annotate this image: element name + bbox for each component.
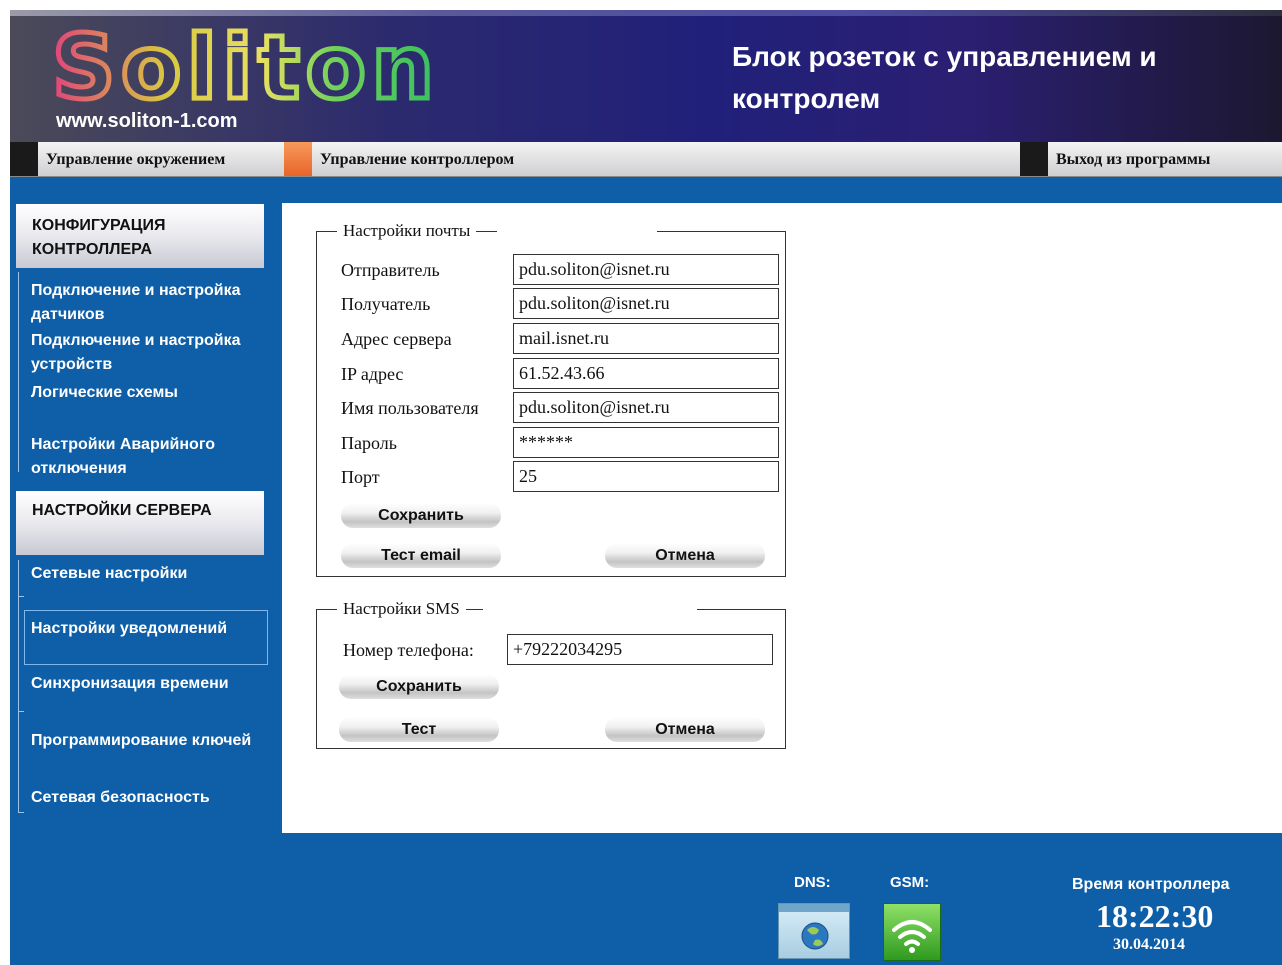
recipient-label: Получатель xyxy=(341,294,431,314)
dns-label: DNS: xyxy=(794,874,831,891)
mail-settings-group: Настройки почты Отправитель Получатель А… xyxy=(316,221,786,577)
top-menu: Управление окружением Управление контрол… xyxy=(10,142,1282,177)
menu-environment-control[interactable]: Управление окружением xyxy=(10,142,280,176)
tree-line xyxy=(18,272,19,472)
sender-label: Отправитель xyxy=(341,260,440,280)
ip-address-input[interactable] xyxy=(513,358,779,389)
test-email-button[interactable]: Тест email xyxy=(341,543,501,568)
sidebar-item-time-sync[interactable]: Синхронизация времени xyxy=(31,672,271,696)
logo-text: Soliton xyxy=(52,20,432,115)
gsm-wifi-icon xyxy=(883,903,941,961)
dns-globe-icon xyxy=(778,903,850,959)
sidebar-item-network-settings[interactable]: Сетевые настройки xyxy=(31,562,271,586)
product-title: Блок розеток с управлением и контролем xyxy=(732,41,1157,114)
controller-time-label: Время контроллера xyxy=(1072,876,1230,893)
sender-input[interactable] xyxy=(513,254,779,285)
legend-gap xyxy=(497,221,657,241)
menu-square-icon xyxy=(10,142,38,176)
mail-settings-title: Настройки почты xyxy=(337,221,477,241)
recipient-input[interactable] xyxy=(513,288,779,319)
port-input[interactable] xyxy=(513,461,779,492)
app-window: Soliton www.soliton-1.com Блок розеток с… xyxy=(10,10,1282,965)
tree-line xyxy=(18,560,19,812)
sidebar-section-server-settings[interactable]: НАСТРОЙКИ СЕРВЕРА xyxy=(16,491,264,555)
menu-square-icon xyxy=(1020,142,1048,176)
ip-address-label: IP адрес xyxy=(341,364,404,384)
sms-settings-group: Настройки SMS Номер телефона: Сохранить … xyxy=(316,599,786,749)
sidebar-item-key-programming[interactable]: Программирование ключей xyxy=(31,729,271,753)
menu-square-icon xyxy=(284,142,312,176)
port-label: Порт xyxy=(341,467,380,487)
sidebar-item-network-security[interactable]: Сетевая безопасность xyxy=(31,786,271,810)
tree-tick xyxy=(18,711,24,712)
username-label: Имя пользователя xyxy=(341,398,479,418)
sidebar-item-logic-schemes[interactable]: Логические схемы xyxy=(31,381,271,405)
menu-exit-program[interactable]: Выход из программы xyxy=(1020,142,1282,176)
site-url[interactable]: www.soliton-1.com xyxy=(56,110,238,133)
controller-time: 18:22:30 xyxy=(1096,898,1214,934)
gsm-label: GSM: xyxy=(890,874,930,891)
sidebar-item-devices[interactable]: Подключение и настройка устройств xyxy=(31,329,271,377)
password-input[interactable] xyxy=(513,427,779,458)
username-input[interactable] xyxy=(513,392,779,423)
menu-label: Выход из программы xyxy=(1056,151,1211,168)
legend-gap xyxy=(483,599,697,619)
sms-settings-title: Настройки SMS xyxy=(337,599,466,619)
server-address-input[interactable] xyxy=(513,323,779,354)
server-address-label: Адрес сервера xyxy=(341,329,452,349)
tree-tick xyxy=(18,812,24,813)
main-content: Настройки почты Отправитель Получатель А… xyxy=(282,203,1282,833)
phone-label: Номер телефона: xyxy=(343,640,474,660)
soliton-logo: Soliton xyxy=(50,20,437,115)
sidebar-item-emergency-shutdown[interactable]: Настройки Аварийного отключения xyxy=(31,433,271,481)
sidebar-section-controller-config[interactable]: КОНФИГУРАЦИЯ КОНТРОЛЛЕРА xyxy=(16,204,264,268)
sms-test-button[interactable]: Тест xyxy=(339,717,499,742)
header-banner: Soliton www.soliton-1.com Блок розеток с… xyxy=(10,10,1282,142)
sms-cancel-button[interactable]: Отмена xyxy=(605,717,765,742)
sms-save-button[interactable]: Сохранить xyxy=(339,674,499,699)
menu-label: Управление окружением xyxy=(46,151,226,168)
menu-label: Управление контроллером xyxy=(320,151,515,168)
mail-cancel-button[interactable]: Отмена xyxy=(605,543,765,568)
controller-date: 30.04.2014 xyxy=(1113,936,1185,953)
menu-controller-control[interactable]: Управление контроллером xyxy=(284,142,684,176)
tree-tick xyxy=(18,596,24,597)
sidebar-item-sensors[interactable]: Подключение и настройка датчиков xyxy=(31,279,271,327)
phone-input[interactable] xyxy=(507,634,773,665)
mail-save-button[interactable]: Сохранить xyxy=(341,503,501,528)
sidebar: КОНФИГУРАЦИЯ КОНТРОЛЛЕРА Подключение и н… xyxy=(10,176,280,836)
sidebar-item-notification-settings[interactable]: Настройки уведомлений xyxy=(31,617,271,641)
password-label: Пароль xyxy=(341,433,397,453)
